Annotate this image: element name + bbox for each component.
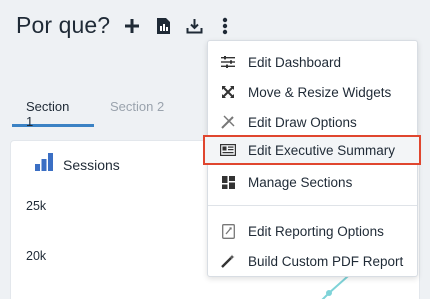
page-title: Por que? [16,12,111,38]
menu-item-label: Edit Reporting Options [248,223,384,239]
tab-section-1[interactable]: Section 1 [12,96,94,129]
download-icon[interactable] [184,16,204,36]
menu-item-label: Edit Dashboard [248,54,342,70]
tab-section-2[interactable]: Section 2 [96,96,178,127]
add-icon[interactable] [122,16,142,36]
section-tabs: Section 1 Section 2 [12,96,178,129]
menu-item-label: Edit Draw Options [248,114,357,130]
menu-item-edit-draw-options[interactable]: Edit Draw Options [208,107,417,137]
report-options-icon [220,223,236,239]
menu-item-move-resize[interactable]: Move & Resize Widgets [208,77,417,107]
menu-item-label: Manage Sections [248,174,353,190]
menu-item-edit-reporting-options[interactable]: Edit Reporting Options [208,216,417,246]
sliders-icon [220,54,236,70]
menu-item-build-pdf-report[interactable]: Build Custom PDF Report [208,246,417,276]
page-header: Por que? [16,12,235,39]
menu-item-label: Build Custom PDF Report [248,253,404,269]
menu-divider [208,205,417,206]
menu-item-label: Edit Executive Summary [248,142,396,158]
magic-wand-icon [220,253,236,269]
more-options-menu: Edit Dashboard Move & Resize Widgets Edi… [203,40,421,277]
draw-tools-icon [220,114,236,130]
header-actions [122,16,235,36]
move-arrows-icon [220,84,236,100]
summary-icon [220,142,236,158]
menu-item-label: Move & Resize Widgets [248,84,392,100]
document-icon[interactable] [153,16,173,36]
menu-item-manage-sections[interactable]: Manage Sections [208,167,417,197]
menu-item-edit-executive-summary[interactable]: Edit Executive Summary [203,135,421,165]
menu-item-edit-dashboard[interactable]: Edit Dashboard [208,47,417,77]
more-options-icon[interactable] [215,16,235,36]
sections-icon [220,174,236,190]
